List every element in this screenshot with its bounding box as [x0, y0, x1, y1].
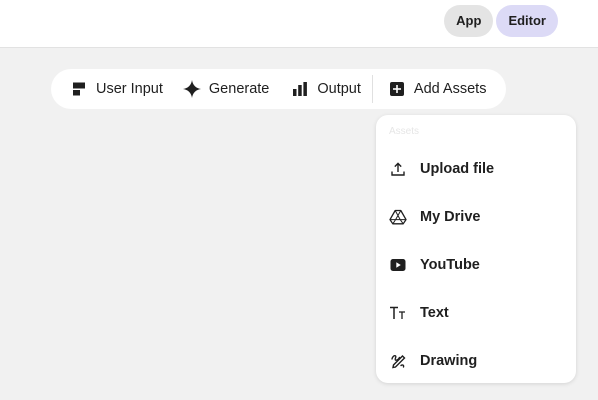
menu-item-label: Text	[420, 305, 449, 321]
menu-item-label: Upload file	[420, 161, 495, 177]
menu-item-label: My Drive	[420, 209, 481, 225]
assets-menu-header: Assets	[389, 126, 420, 137]
user-input-button[interactable]: User Input	[70, 69, 163, 109]
generate-label: Generate	[208, 81, 270, 97]
editor-mode-button[interactable]: Editor	[496, 5, 558, 37]
mode-switch: App Editor	[444, 5, 558, 37]
user-input-label: User Input	[96, 81, 163, 97]
menu-item-my-drive[interactable]: My Drive	[376, 197, 576, 237]
upload-icon	[389, 160, 407, 178]
output-button[interactable]: Output	[291, 69, 361, 109]
user-input-icon	[70, 80, 88, 98]
assets-menu: Assets Upload file My Drive YouTube Text…	[376, 115, 576, 383]
text-format-icon	[389, 304, 407, 322]
add-assets-label: Add Assets	[413, 81, 487, 97]
generate-button[interactable]: Generate	[182, 69, 270, 109]
drawing-icon	[389, 352, 407, 370]
bar-chart-icon	[291, 80, 309, 98]
sparkle-icon	[182, 80, 201, 98]
add-box-icon	[388, 80, 406, 98]
menu-item-label: YouTube	[420, 257, 480, 273]
editor-toolbar: User Input Generate Output Add Assets	[51, 69, 506, 109]
toolbar-divider	[371, 75, 373, 103]
menu-item-label: Drawing	[420, 353, 478, 369]
output-label: Output	[317, 81, 361, 97]
app-mode-button[interactable]: App	[444, 5, 494, 37]
drive-icon	[389, 208, 407, 226]
menu-item-upload-file[interactable]: Upload file	[376, 149, 576, 189]
menu-item-youtube[interactable]: YouTube	[376, 245, 576, 285]
menu-item-drawing[interactable]: Drawing	[376, 341, 576, 381]
youtube-icon	[389, 256, 407, 274]
top-bar: App Editor	[0, 0, 598, 48]
menu-item-text[interactable]: Text	[376, 293, 576, 333]
add-assets-button[interactable]: Add Assets	[388, 69, 487, 109]
